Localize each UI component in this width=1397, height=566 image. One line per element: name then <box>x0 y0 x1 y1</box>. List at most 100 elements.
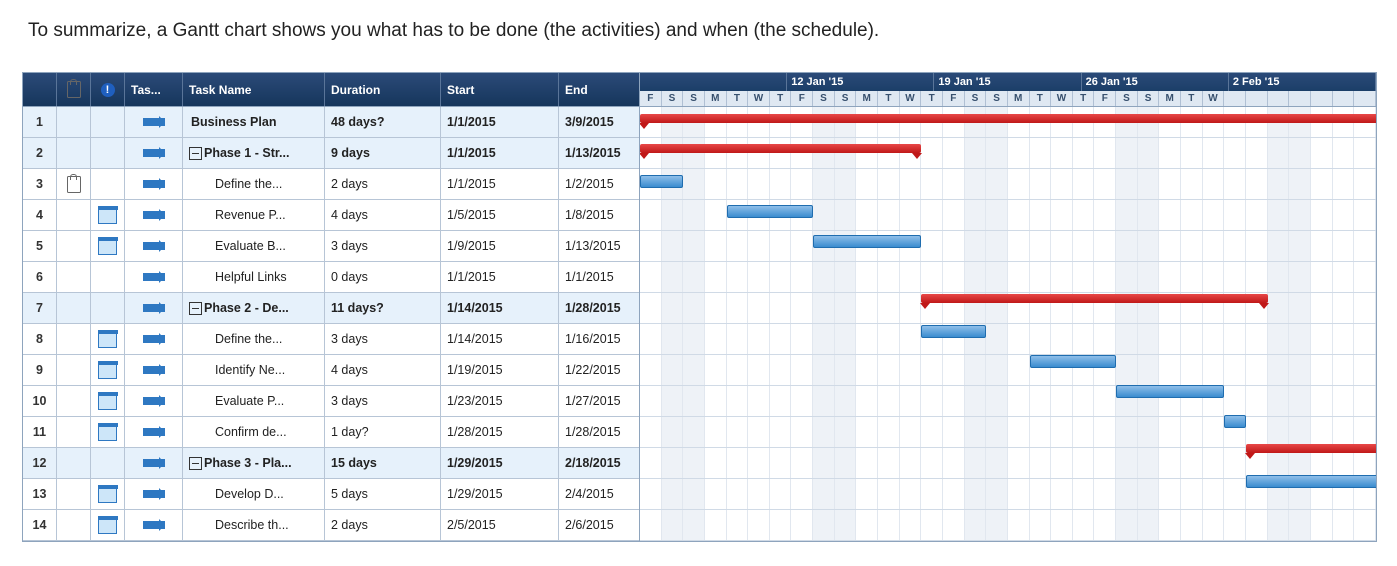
cell-name[interactable]: Define the... <box>183 324 325 354</box>
cell-name[interactable]: Evaluate P... <box>183 386 325 416</box>
cell-end[interactable]: 1/8/2015 <box>559 200 639 230</box>
cell-name[interactable]: Define the... <box>183 169 325 199</box>
cell-start[interactable]: 1/14/2015 <box>441 293 559 323</box>
cell-name[interactable]: Evaluate B... <box>183 231 325 261</box>
cell-info <box>91 231 125 261</box>
table-row[interactable]: 1 Business Plan48 days?1/1/20153/9/2015 <box>23 107 639 138</box>
table-row[interactable]: 12 Phase 3 - Pla...15 days1/29/20152/18/… <box>23 448 639 479</box>
cell-duration[interactable]: 11 days? <box>325 293 441 323</box>
collapse-icon[interactable] <box>189 302 202 315</box>
cell-start[interactable]: 1/14/2015 <box>441 324 559 354</box>
cell-end[interactable]: 1/28/2015 <box>559 417 639 447</box>
cell-start[interactable]: 1/28/2015 <box>441 417 559 447</box>
table-row[interactable]: 9 Identify Ne...4 days1/19/20151/22/2015 <box>23 355 639 386</box>
cell-duration[interactable]: 4 days <box>325 200 441 230</box>
cell-duration[interactable]: 3 days <box>325 324 441 354</box>
task-bar[interactable] <box>921 325 986 338</box>
cell-end[interactable]: 1/22/2015 <box>559 355 639 385</box>
cell-duration[interactable]: 1 day? <box>325 417 441 447</box>
cell-name[interactable]: Identify Ne... <box>183 355 325 385</box>
cell-info <box>91 200 125 230</box>
cell-end[interactable]: 1/16/2015 <box>559 324 639 354</box>
task-bar[interactable] <box>640 175 683 188</box>
cell-duration[interactable]: 3 days <box>325 386 441 416</box>
cell-start[interactable]: 1/1/2015 <box>441 169 559 199</box>
cell-name[interactable]: Describe th... <box>183 510 325 540</box>
cell-attachment <box>57 510 91 540</box>
collapse-icon[interactable] <box>189 147 202 160</box>
cell-start[interactable]: 1/5/2015 <box>441 200 559 230</box>
col-start[interactable]: Start <box>441 73 559 106</box>
cell-name[interactable]: Phase 3 - Pla... <box>183 448 325 478</box>
cell-end[interactable]: 2/18/2015 <box>559 448 639 478</box>
col-duration[interactable]: Duration <box>325 73 441 106</box>
cell-name[interactable]: Business Plan <box>183 107 325 137</box>
table-row[interactable]: 11 Confirm de...1 day?1/28/20151/28/2015 <box>23 417 639 448</box>
cell-end[interactable]: 2/4/2015 <box>559 479 639 509</box>
summary-bar[interactable] <box>640 114 1376 123</box>
summary-bar[interactable] <box>1246 444 1376 453</box>
table-row[interactable]: 4 Revenue P...4 days1/5/20151/8/2015 <box>23 200 639 231</box>
task-bar[interactable] <box>1030 355 1117 368</box>
cell-start[interactable]: 2/5/2015 <box>441 510 559 540</box>
task-bar[interactable] <box>1224 415 1246 428</box>
cell-start[interactable]: 1/29/2015 <box>441 479 559 509</box>
predecessor-arrow-icon <box>143 335 165 343</box>
cell-name[interactable]: Revenue P... <box>183 200 325 230</box>
table-row[interactable]: 8 Define the...3 days1/14/20151/16/2015 <box>23 324 639 355</box>
cell-duration[interactable]: 5 days <box>325 479 441 509</box>
summary-bar[interactable] <box>921 294 1267 303</box>
cell-end[interactable]: 1/13/2015 <box>559 231 639 261</box>
cell-duration[interactable]: 2 days <box>325 169 441 199</box>
cell-name[interactable]: Phase 2 - De... <box>183 293 325 323</box>
cell-duration[interactable]: 2 days <box>325 510 441 540</box>
cell-duration[interactable]: 15 days <box>325 448 441 478</box>
task-name-text: Define the... <box>215 177 282 191</box>
cell-end[interactable]: 3/9/2015 <box>559 107 639 137</box>
day-header <box>1224 91 1246 106</box>
cell-start[interactable]: 1/1/2015 <box>441 262 559 292</box>
table-row[interactable]: 6 Helpful Links0 days1/1/20151/1/2015 <box>23 262 639 293</box>
predecessor-arrow-icon <box>143 459 165 467</box>
predecessor-arrow-icon <box>143 118 165 126</box>
cell-start[interactable]: 1/1/2015 <box>441 138 559 168</box>
cell-start[interactable]: 1/23/2015 <box>441 386 559 416</box>
cell-start[interactable]: 1/9/2015 <box>441 231 559 261</box>
task-bar[interactable] <box>1116 385 1224 398</box>
col-tas[interactable]: Tas... <box>125 73 183 106</box>
cell-end[interactable]: 1/27/2015 <box>559 386 639 416</box>
cell-name[interactable]: Develop D... <box>183 479 325 509</box>
cell-duration[interactable]: 9 days <box>325 138 441 168</box>
task-bar[interactable] <box>727 205 814 218</box>
col-name[interactable]: Task Name <box>183 73 325 106</box>
table-row[interactable]: 7 Phase 2 - De...11 days?1/14/20151/28/2… <box>23 293 639 324</box>
day-header: F <box>640 91 662 106</box>
task-bar[interactable] <box>1246 475 1376 488</box>
summary-bar[interactable] <box>640 144 921 153</box>
cell-duration[interactable]: 3 days <box>325 231 441 261</box>
cell-duration[interactable]: 4 days <box>325 355 441 385</box>
cell-end[interactable]: 1/2/2015 <box>559 169 639 199</box>
table-row[interactable]: 5 Evaluate B...3 days1/9/20151/13/2015 <box>23 231 639 262</box>
collapse-icon[interactable] <box>189 457 202 470</box>
table-row[interactable]: 3 Define the...2 days1/1/20151/2/2015 <box>23 169 639 200</box>
cell-start[interactable]: 1/19/2015 <box>441 355 559 385</box>
cell-duration[interactable]: 0 days <box>325 262 441 292</box>
table-row[interactable]: 14 Describe th...2 days2/5/20152/6/2015 <box>23 510 639 541</box>
cell-start[interactable]: 1/29/2015 <box>441 448 559 478</box>
table-row[interactable]: 2 Phase 1 - Str...9 days1/1/20151/13/201… <box>23 138 639 169</box>
table-row[interactable]: 13 Develop D...5 days1/29/20152/4/2015 <box>23 479 639 510</box>
table-row[interactable]: 10 Evaluate P...3 days1/23/20151/27/2015 <box>23 386 639 417</box>
cell-start[interactable]: 1/1/2015 <box>441 107 559 137</box>
cell-end[interactable]: 2/6/2015 <box>559 510 639 540</box>
cell-name[interactable]: Confirm de... <box>183 417 325 447</box>
cell-end[interactable]: 1/13/2015 <box>559 138 639 168</box>
cell-end[interactable]: 1/28/2015 <box>559 293 639 323</box>
col-end[interactable]: End <box>559 73 639 106</box>
cell-duration[interactable]: 48 days? <box>325 107 441 137</box>
task-bar[interactable] <box>813 235 921 248</box>
cell-name[interactable]: Phase 1 - Str... <box>183 138 325 168</box>
row-number: 8 <box>23 324 57 354</box>
cell-end[interactable]: 1/1/2015 <box>559 262 639 292</box>
cell-name[interactable]: Helpful Links <box>183 262 325 292</box>
